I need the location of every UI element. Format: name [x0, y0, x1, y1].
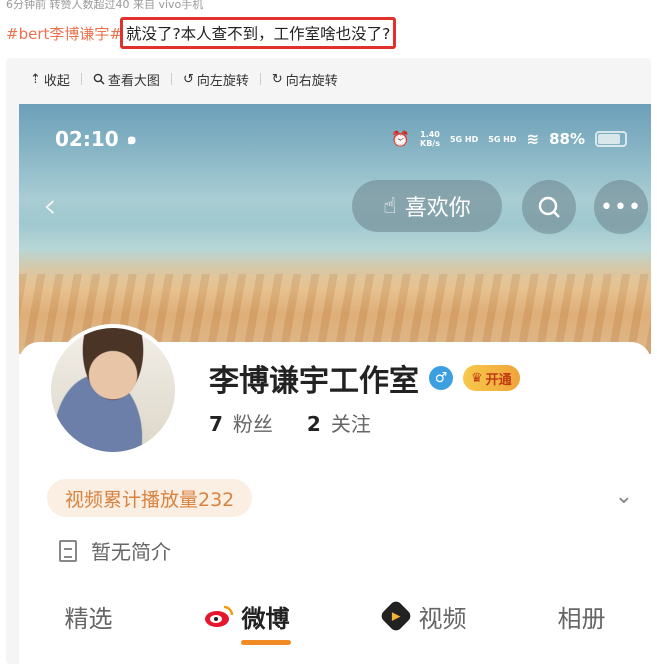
- fans-count: 7: [209, 412, 223, 436]
- image-toolbar: ⇡ 收起 查看大图 ↺ 向左旋转 ↻ 向右旋转: [6, 58, 651, 100]
- profile-intro: 暂无简介: [59, 536, 171, 565]
- tab-album-label: 相册: [557, 604, 606, 633]
- weibo-icon: [204, 605, 233, 627]
- follow-stat[interactable]: 2 关注: [307, 408, 371, 437]
- more-button[interactable]: •••: [594, 180, 648, 234]
- like-button[interactable]: ☝ 喜欢你: [352, 180, 502, 232]
- collapse-button[interactable]: ⇡ 收起: [30, 70, 70, 89]
- divider: [259, 73, 261, 85]
- speed-value: 1.40: [420, 130, 440, 139]
- active-tab-indicator: [241, 640, 291, 645]
- follow-label: 关注: [330, 412, 371, 436]
- weibo-notify-icon: ๑: [126, 128, 137, 148]
- highlighted-text: 就没了?本人查不到，工作室啥也没了?: [119, 17, 397, 49]
- rotate-right-button[interactable]: ↻ 向右旋转: [272, 70, 338, 89]
- vip-badge-label: 开通: [485, 372, 512, 388]
- collapse-label: 收起: [43, 73, 70, 89]
- divider: [80, 73, 82, 85]
- search-icon: [93, 73, 105, 85]
- hand-heart-icon: ☝: [383, 193, 397, 219]
- profile-stats: 7 粉丝 2 关注: [209, 408, 371, 437]
- signal-2-icon: 5G HD: [488, 134, 517, 144]
- rotate-right-icon: ↻: [271, 71, 283, 87]
- divider: [170, 73, 172, 85]
- signal-1-icon: 5G HD: [449, 134, 479, 144]
- rotate-right-label: 向右旋转: [285, 73, 338, 89]
- tab-featured[interactable]: 精选: [65, 599, 113, 634]
- battery-icon: [595, 131, 627, 147]
- status-bar: 02:10 ๑ ⏰ 1.40 KB/s 5G HD 5G HD ≋ 88%: [55, 124, 627, 154]
- profile-banner: 02:10 ๑ ⏰ 1.40 KB/s 5G HD 5G HD ≋ 88% ‹ ☝: [19, 104, 651, 354]
- follow-count: 2: [306, 412, 321, 436]
- tab-weibo-label: 微博: [241, 604, 290, 633]
- tab-album[interactable]: 相册: [558, 599, 606, 634]
- phone-screenshot[interactable]: 02:10 ๑ ⏰ 1.40 KB/s 5G HD 5G HD ≋ 88% ‹ ☝: [19, 104, 651, 664]
- battery-percent: 88%: [549, 130, 585, 148]
- net-speed: 1.40 KB/s: [420, 130, 440, 148]
- image-viewer: ⇡ 收起 查看大图 ↺ 向左旋转 ↻ 向右旋转 02:10 ๑ ⏰ 1.40 K…: [6, 58, 651, 664]
- profile-navbar: ‹ ☝ 喜欢你 •••: [19, 176, 651, 234]
- tab-featured-label: 精选: [64, 604, 113, 633]
- video-icon: ▶: [378, 599, 413, 633]
- rotate-left-icon: ↺: [182, 71, 194, 87]
- intro-text: 暂无简介: [91, 540, 171, 564]
- status-icons: ⏰ 1.40 KB/s 5G HD 5G HD ≋ 88%: [391, 130, 627, 148]
- tab-weibo[interactable]: 微博: [204, 599, 290, 634]
- alarm-icon: ⏰: [391, 130, 410, 148]
- rotate-left-button[interactable]: ↺ 向左旋转: [183, 70, 249, 89]
- collapse-icon: ⇡: [30, 71, 41, 87]
- view-large-button[interactable]: 查看大图: [93, 70, 160, 89]
- avatar[interactable]: [47, 324, 179, 456]
- post-text: #bert李博谦宇# 就没了?本人查不到，工作室啥也没了?: [6, 17, 397, 49]
- fans-stat[interactable]: 7 粉丝: [209, 408, 273, 437]
- post-meta: 6分钟前 转赞人数超过40 来自 vivo手机: [6, 0, 204, 11]
- rotate-left-label: 向左旋转: [196, 73, 249, 89]
- fans-label: 粉丝: [232, 412, 273, 436]
- status-time: 02:10 ๑: [55, 127, 137, 152]
- profile-name-text: 李博谦宇工作室: [209, 364, 419, 399]
- vip-badge[interactable]: ♛ 开通: [463, 365, 520, 391]
- gender-male-icon: ♂: [429, 366, 453, 390]
- profile-name: 李博谦宇工作室 ♂ ♛ 开通: [209, 356, 520, 400]
- speed-unit: KB/s: [420, 139, 440, 148]
- more-icon: •••: [600, 194, 642, 220]
- document-icon: [59, 539, 77, 562]
- profile-tabs: 精选 微博 ▶ 视频 相册: [19, 588, 651, 644]
- tab-video[interactable]: ▶ 视频: [378, 599, 467, 634]
- back-icon[interactable]: ‹: [43, 186, 57, 226]
- search-icon: [538, 196, 560, 218]
- wifi-icon: ≋: [526, 130, 540, 148]
- chevron-down-icon[interactable]: ⌄: [615, 484, 633, 509]
- hashtag-link[interactable]: #bert李博谦宇#: [6, 23, 122, 44]
- view-large-label: 查看大图: [107, 73, 160, 89]
- tab-video-label: 视频: [418, 604, 467, 633]
- crown-icon: ♛: [471, 370, 483, 386]
- play-count-badge: 视频累计播放量232: [47, 479, 253, 517]
- search-button[interactable]: [522, 180, 576, 234]
- like-label: 喜欢你: [404, 196, 471, 221]
- time-text: 02:10: [55, 127, 119, 151]
